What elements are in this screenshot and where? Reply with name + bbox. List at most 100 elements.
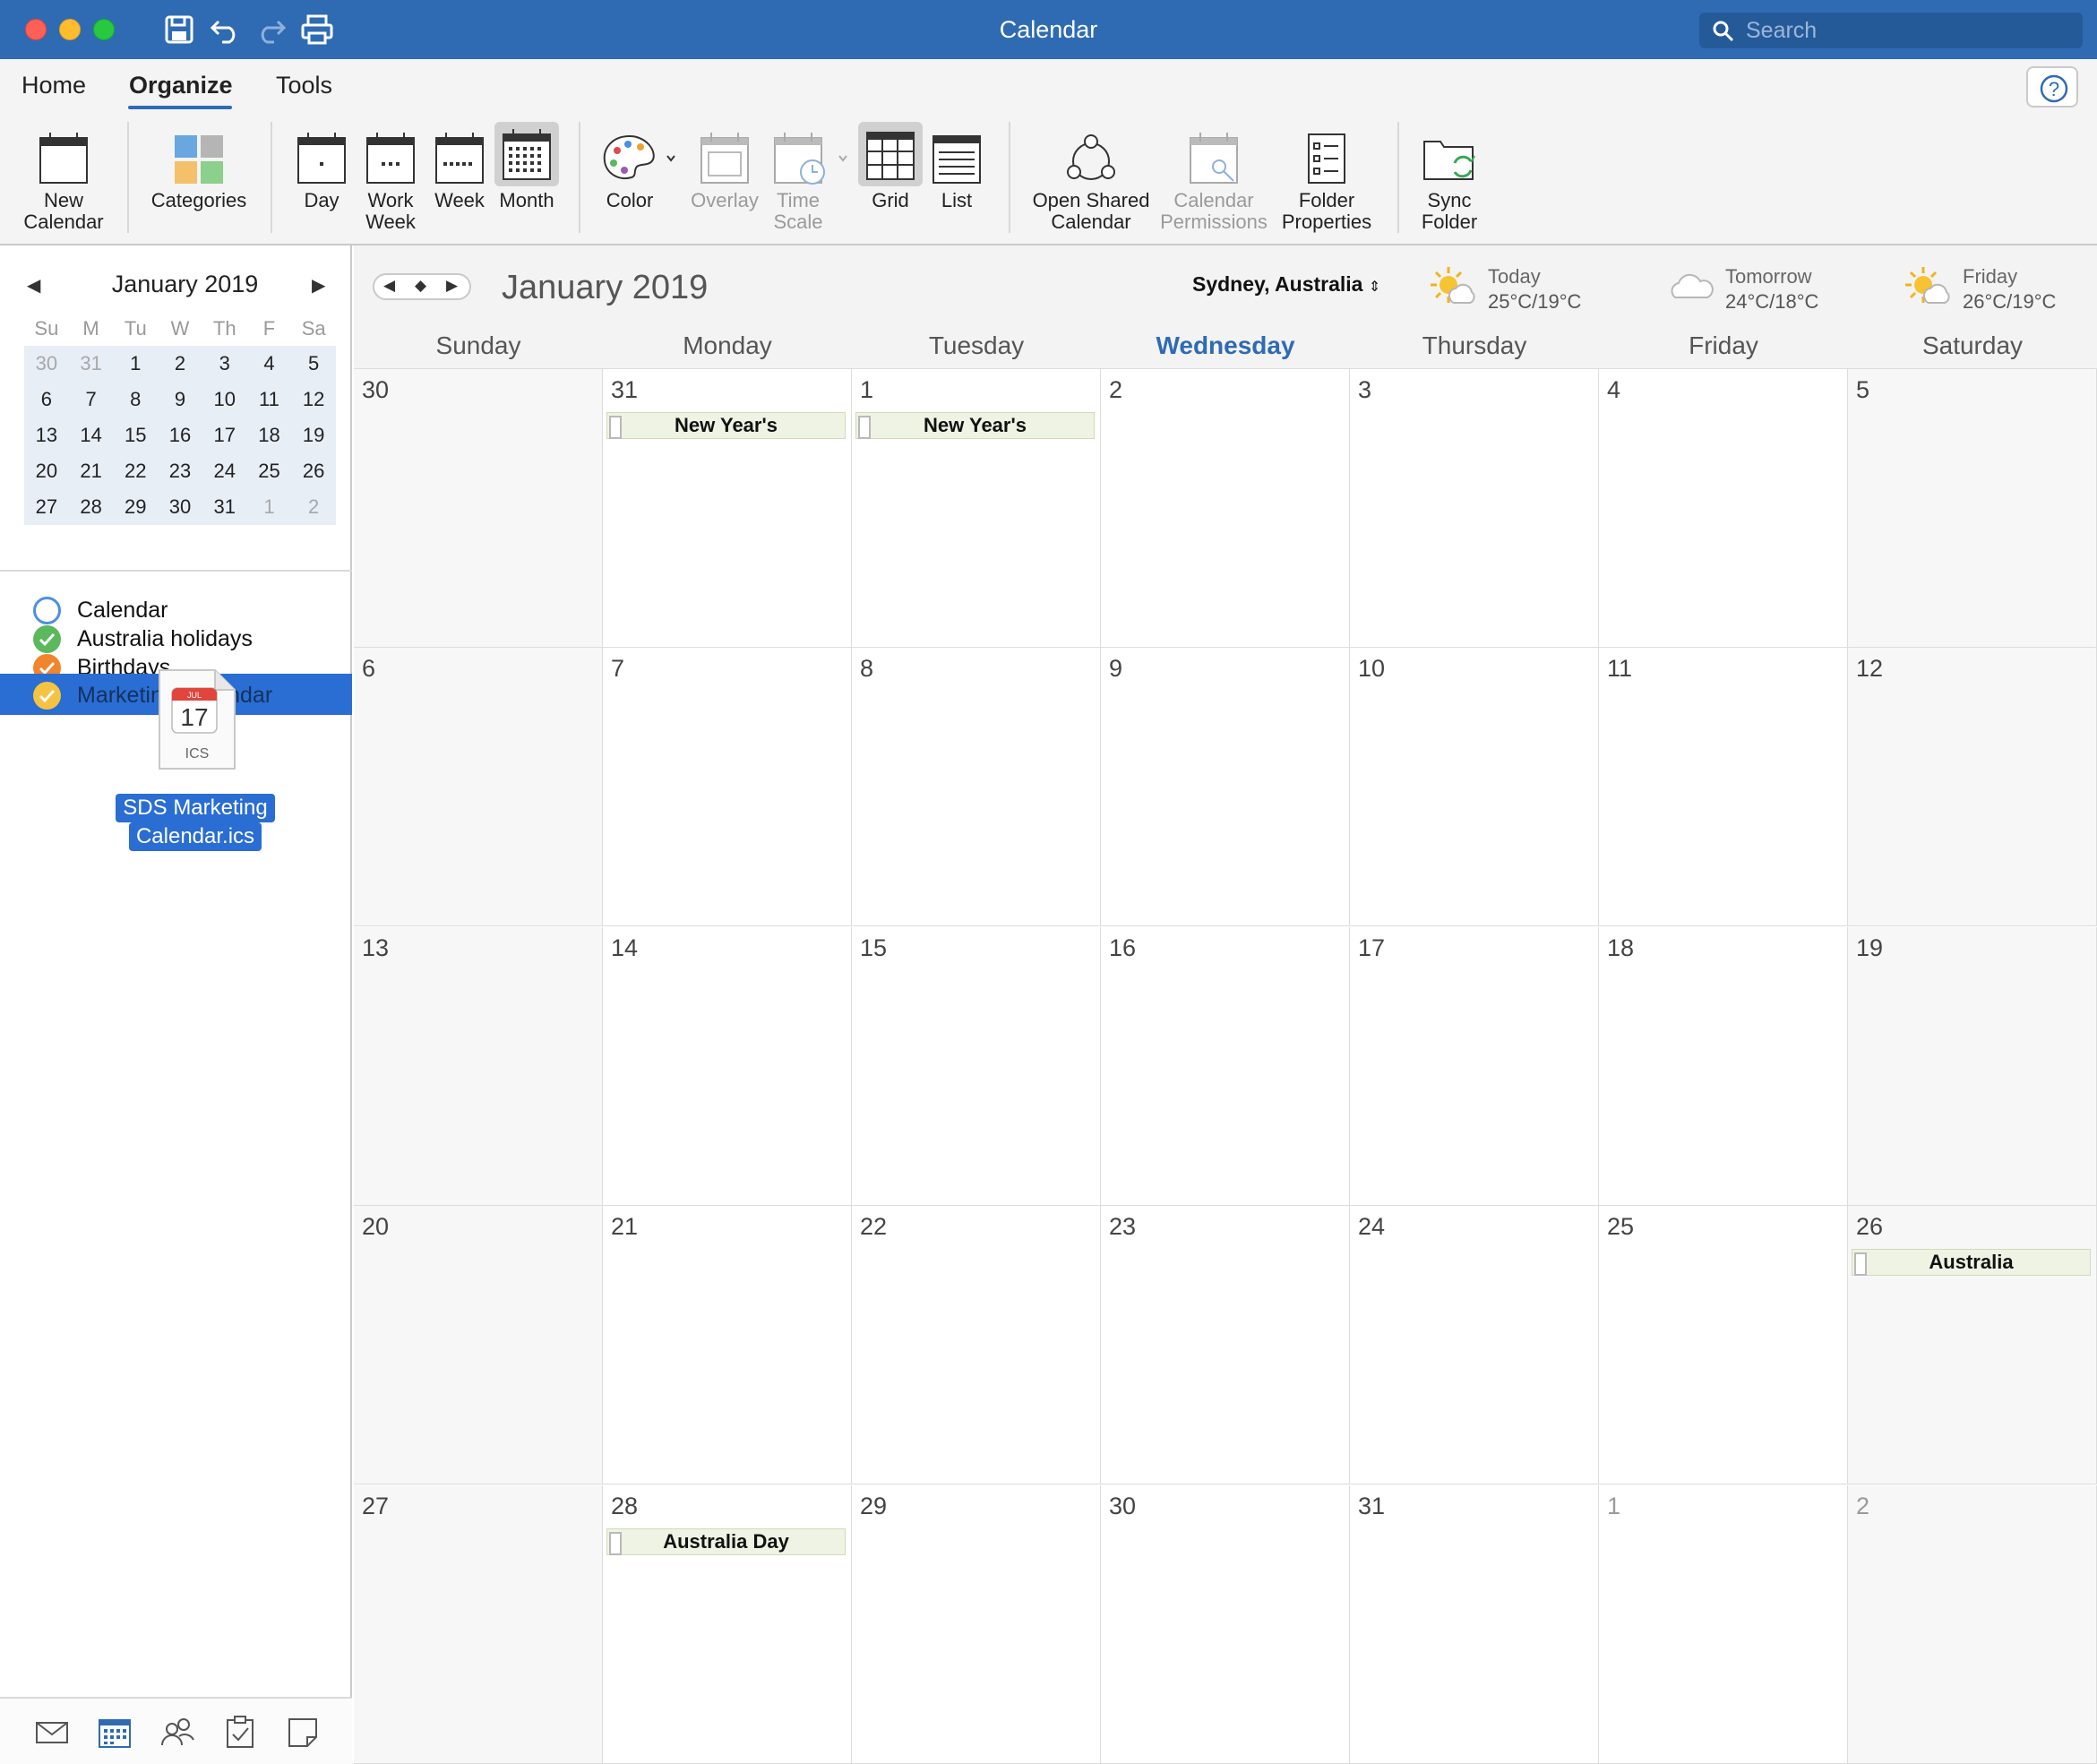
month-view-button[interactable]: Month [494,122,559,211]
mini-calendar-day[interactable]: 26 [291,453,336,489]
day-cell[interactable]: 25 [1599,1206,1848,1484]
mini-calendar-day[interactable]: 9 [158,382,202,417]
mini-calendar-day[interactable]: 23 [158,453,202,489]
day-cell[interactable]: 1 [1599,1485,1848,1764]
day-cell[interactable]: 8 [852,648,1101,926]
mini-calendar-day[interactable]: 11 [247,382,292,417]
date-nav-control[interactable]: ◀ ◆ ▶ [373,273,471,300]
day-cell[interactable]: 2 [1101,369,1350,648]
mini-calendar-day[interactable]: 22 [113,453,158,489]
day-cell[interactable]: 26 Australia [1848,1206,2097,1484]
sync-folder-button[interactable]: Sync Folder [1410,122,1489,233]
day-cell[interactable]: 5 [1848,369,2097,648]
mini-calendar-day[interactable]: 30 [158,489,202,525]
mini-calendar-day[interactable]: 1 [247,489,292,525]
mini-calendar-day[interactable]: 18 [247,417,292,453]
day-cell[interactable]: 29 [852,1485,1101,1764]
today-icon[interactable]: ◆ [415,277,426,295]
mini-calendar-day[interactable]: 1 [113,346,158,382]
mini-calendar-day[interactable]: 13 [24,417,69,453]
calendar-event[interactable]: Australia [1852,1249,2091,1276]
next-month-icon[interactable]: ▶ [446,277,458,295]
search-box[interactable] [1699,13,2083,48]
mini-calendar-day[interactable]: 25 [247,453,292,489]
people-icon[interactable] [159,1715,195,1751]
mini-calendar-day[interactable]: 29 [113,489,158,525]
new-calendar-button[interactable]: New Calendar [16,122,111,233]
day-cell[interactable]: 16 [1101,927,1350,1206]
categories-button[interactable]: Categories [143,122,254,211]
folder-properties-button[interactable]: Folder Properties [1276,122,1378,233]
calendar-event[interactable]: New Year's [855,412,1095,439]
day-cell[interactable]: 30 [354,369,603,648]
mini-calendar-day[interactable]: 30 [24,346,69,382]
mini-calendar-day[interactable]: 12 [291,382,336,417]
mini-calendar-day[interactable]: 7 [69,382,114,417]
dragged-ics-file-icon[interactable]: JUL 17 ICS [156,667,238,772]
day-view-button[interactable]: Day [292,122,351,211]
prev-month-icon[interactable]: ◀ [383,277,395,295]
day-cell[interactable]: 1 New Year's [852,369,1101,648]
mini-calendar-day[interactable]: 10 [202,382,247,417]
week-view-button[interactable]: Week [428,122,491,211]
day-cell[interactable]: 22 [852,1206,1101,1484]
checked-circle-icon[interactable] [33,682,61,710]
tab-organize[interactable]: Organize [129,72,233,99]
mini-calendar-day[interactable]: 24 [202,453,247,489]
help-button[interactable]: ? [2026,66,2078,108]
day-cell[interactable]: 31 [1350,1485,1599,1764]
day-cell[interactable]: 15 [852,927,1101,1206]
day-cell[interactable]: 27 [354,1485,603,1764]
calendar-icon[interactable] [97,1715,133,1751]
calendar-event[interactable]: New Year's [606,412,846,439]
day-cell[interactable]: 10 [1350,648,1599,926]
mini-calendar-day[interactable]: 2 [158,346,202,382]
calendar-event[interactable]: Australia Day [606,1528,846,1555]
mini-calendar-day[interactable]: 15 [113,417,158,453]
color-button[interactable]: Color [597,122,683,211]
search-input[interactable] [1746,16,2068,45]
mini-calendar-day[interactable]: 17 [202,417,247,453]
day-cell[interactable]: 31 New Year's [603,369,852,648]
day-cell[interactable]: 17 [1350,927,1599,1206]
day-cell[interactable]: 18 [1599,927,1848,1206]
open-shared-calendar-button[interactable]: Open Shared Calendar [1027,122,1156,233]
day-cell[interactable]: 20 [354,1206,603,1484]
day-cell[interactable]: 12 [1848,648,2097,926]
grid-view-button[interactable]: Grid [856,122,924,211]
mini-calendar-day[interactable]: 20 [24,453,69,489]
mini-calendar-day[interactable]: 16 [158,417,202,453]
mini-calendar-day[interactable]: 3 [202,346,247,382]
day-cell[interactable]: 6 [354,648,603,926]
mini-calendar-day[interactable]: 6 [24,382,69,417]
day-cell[interactable]: 24 [1350,1206,1599,1484]
mini-calendar-day[interactable]: 5 [291,346,336,382]
day-cell[interactable]: 21 [603,1206,852,1484]
day-cell[interactable]: 9 [1101,648,1350,926]
day-cell[interactable]: 2 [1848,1485,2097,1764]
mini-calendar-day[interactable]: 19 [291,417,336,453]
mini-calendar-day[interactable]: 14 [69,417,114,453]
tab-tools[interactable]: Tools [276,72,332,99]
day-cell[interactable]: 3 [1350,369,1599,648]
day-cell[interactable]: 13 [354,927,603,1206]
day-cell[interactable]: 28 Australia Day [603,1485,852,1764]
day-cell[interactable]: 14 [603,927,852,1206]
mini-calendar-day[interactable]: 2 [291,489,336,525]
list-view-button[interactable]: List [928,122,985,211]
work-week-view-button[interactable]: Work Week [358,122,423,233]
day-cell[interactable]: 4 [1599,369,1848,648]
tab-home[interactable]: Home [21,72,86,99]
mini-next-month-icon[interactable]: ▶ [312,274,325,297]
day-cell[interactable]: 23 [1101,1206,1350,1484]
overlay-button[interactable]: Overlay [684,122,765,211]
day-cell[interactable]: 19 [1848,927,2097,1206]
mini-calendar-day[interactable]: 28 [69,489,114,525]
mini-calendar-day[interactable]: 31 [69,346,114,382]
notes-icon[interactable] [285,1715,321,1751]
time-scale-button[interactable]: Time Scale [769,122,855,233]
mini-calendar-day[interactable]: 8 [113,382,158,417]
mail-icon[interactable] [34,1715,70,1751]
mini-calendar-day[interactable]: 27 [24,489,69,525]
day-cell[interactable]: 11 [1599,648,1848,926]
